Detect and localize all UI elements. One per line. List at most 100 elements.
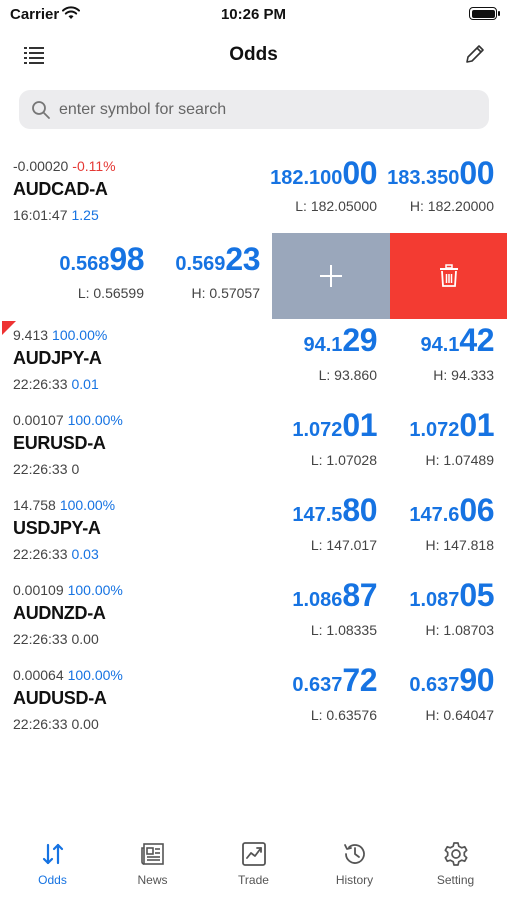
ask-price-pips: 90: [459, 662, 494, 698]
ask-price[interactable]: 1.08705: [376, 577, 494, 614]
bid-price-prefix: 147.5: [292, 504, 343, 526]
high-price: H: 0.57057: [191, 285, 261, 301]
ask-price-prefix: 0.637: [409, 674, 460, 696]
quote-row[interactable]: 14.758 100.00% USDJPY-A 22:26:33 0.03 147.…: [0, 489, 507, 574]
status-bar: Carrier 10:26 PM: [0, 0, 507, 30]
tab-label: Trade: [238, 873, 269, 887]
tab-label: Setting: [436, 873, 475, 887]
symbol-label: AUDNZD-A: [13, 603, 106, 623]
bid-price[interactable]: 94.129: [259, 322, 377, 359]
ask-price[interactable]: 0.56923: [144, 241, 260, 278]
spread-value: 0.01: [71, 376, 99, 392]
change-label: -0.00020 -0.11%: [13, 158, 116, 174]
change-percent: 100.00%: [67, 582, 123, 598]
change-percent: -0.11%: [72, 158, 116, 174]
search-bar[interactable]: [19, 90, 489, 129]
low-price: L: 0.63576: [310, 707, 377, 723]
ask-price[interactable]: 1.07201: [376, 407, 494, 444]
quote-time: 22:26:33: [13, 716, 68, 732]
change-percent: 100.00%: [67, 412, 123, 428]
tab-odds[interactable]: Odds: [2, 840, 103, 887]
search-icon: [32, 101, 50, 119]
tab-news[interactable]: News: [102, 840, 203, 887]
high-price: H: 182.20000: [409, 198, 494, 214]
quote-row[interactable]: 0.00064 100.00% AUDUSD-A 22:26:33 0.00 0.6…: [0, 659, 507, 744]
ask-price[interactable]: 147.606: [376, 492, 494, 529]
quote-row[interactable]: -0.00020 -0.11% AUDCAD-A 16:01:47 1.25 182…: [0, 150, 507, 233]
bid-price[interactable]: 0.56898: [0, 241, 144, 278]
change-label: 14.758 100.00%: [13, 497, 115, 513]
high-price: H: 147.818: [425, 537, 495, 553]
page-title: Odds: [229, 44, 278, 65]
quote-row-swiped[interactable]: 0.56898 0.56923 L: 0.56599 H: 0.57057: [0, 233, 507, 319]
bid-price-prefix: 1.086: [292, 589, 343, 611]
bid-price-prefix: 182.100: [270, 167, 343, 189]
bid-price[interactable]: 1.08687: [259, 577, 377, 614]
time-spread-label: 22:26:33 0.01: [13, 376, 99, 392]
battery-icon: [469, 7, 500, 20]
bid-price-pips: 01: [342, 407, 377, 443]
edit-pencil-icon[interactable]: [463, 42, 487, 66]
ask-price-prefix: 0.569: [175, 253, 226, 275]
change-percent: 100.00%: [52, 327, 108, 343]
low-price: L: 182.05000: [295, 198, 377, 214]
bid-price[interactable]: 182.10000: [259, 155, 377, 192]
clock-label: 10:26 PM: [220, 6, 287, 23]
symbol-label: AUDCAD-A: [13, 179, 108, 199]
ask-price-pips: 42: [459, 322, 494, 358]
time-spread-label: 22:26:33 0.03: [13, 546, 99, 562]
ask-price-pips: 01: [459, 407, 494, 443]
ask-price-prefix: 1.087: [409, 589, 460, 611]
bid-price-pips: 29: [342, 322, 377, 358]
delete-button[interactable]: [390, 233, 507, 319]
high-price: H: 0.64047: [425, 707, 495, 723]
symbol-label: USDJPY-A: [13, 518, 101, 538]
bid-price-prefix: 1.072: [292, 419, 343, 441]
low-price: L: 147.017: [310, 537, 377, 553]
quote-time: 22:26:33: [13, 631, 68, 647]
quote-time: 22:26:33: [13, 546, 68, 562]
quote-row[interactable]: 0.00107 100.00% EURUSD-A 22:26:33 0 1.0720…: [0, 404, 507, 489]
ask-price-pips: 05: [459, 577, 494, 613]
tab-label: History: [335, 873, 374, 887]
bid-price[interactable]: 147.580: [259, 492, 377, 529]
history-clock-icon: [343, 844, 365, 864]
bid-price[interactable]: 0.63772: [259, 662, 377, 699]
add-button[interactable]: [272, 233, 390, 319]
quote-row[interactable]: 9.413 100.00% AUDJPY-A 22:26:33 0.01 94.12…: [0, 319, 507, 404]
symbol-label: EURUSD-A: [13, 433, 106, 453]
ask-price[interactable]: 183.35000: [376, 155, 494, 192]
search-input[interactable]: [59, 90, 479, 129]
symbol-label: AUDUSD-A: [13, 688, 107, 708]
low-price: L: 1.07028: [310, 452, 377, 468]
symbol-label: AUDJPY-A: [13, 348, 102, 368]
change-value: 9.413: [13, 327, 49, 343]
high-price: H: 1.08703: [425, 622, 495, 638]
time-spread-label: 22:26:33 0: [13, 461, 79, 477]
tab-history[interactable]: History: [304, 840, 405, 887]
tab-bar: Odds News Trade History Setting: [0, 840, 507, 900]
bid-price[interactable]: 1.07201: [259, 407, 377, 444]
change-label: 0.00064 100.00%: [13, 667, 123, 683]
plus-icon: [320, 265, 342, 287]
tab-setting[interactable]: Setting: [405, 840, 506, 887]
ask-price-pips: 23: [225, 241, 260, 277]
bid-price-pips: 98: [109, 241, 144, 277]
bid-price-prefix: 0.637: [292, 674, 343, 696]
tab-trade[interactable]: Trade: [203, 840, 304, 887]
odds-arrows-icon: [42, 843, 63, 865]
ask-price-prefix: 183.350: [387, 167, 460, 189]
quote-row[interactable]: 0.00109 100.00% AUDNZD-A 22:26:33 0.00 1.0…: [0, 574, 507, 659]
change-value: -0.00020: [13, 158, 69, 174]
ask-price[interactable]: 94.142: [376, 322, 494, 359]
change-value: 14.758: [13, 497, 56, 513]
ask-price[interactable]: 0.63790: [376, 662, 494, 699]
change-value: 0.00064: [13, 667, 64, 683]
navigation-bar: Odds: [0, 36, 507, 76]
spread-value: 0: [71, 461, 80, 477]
low-price: L: 93.860: [318, 367, 377, 383]
spread-value: 0.00: [71, 716, 99, 732]
quote-time: 22:26:33: [13, 461, 68, 477]
spread-value: 1.25: [71, 207, 99, 223]
low-price: L: 0.56599: [77, 285, 144, 301]
